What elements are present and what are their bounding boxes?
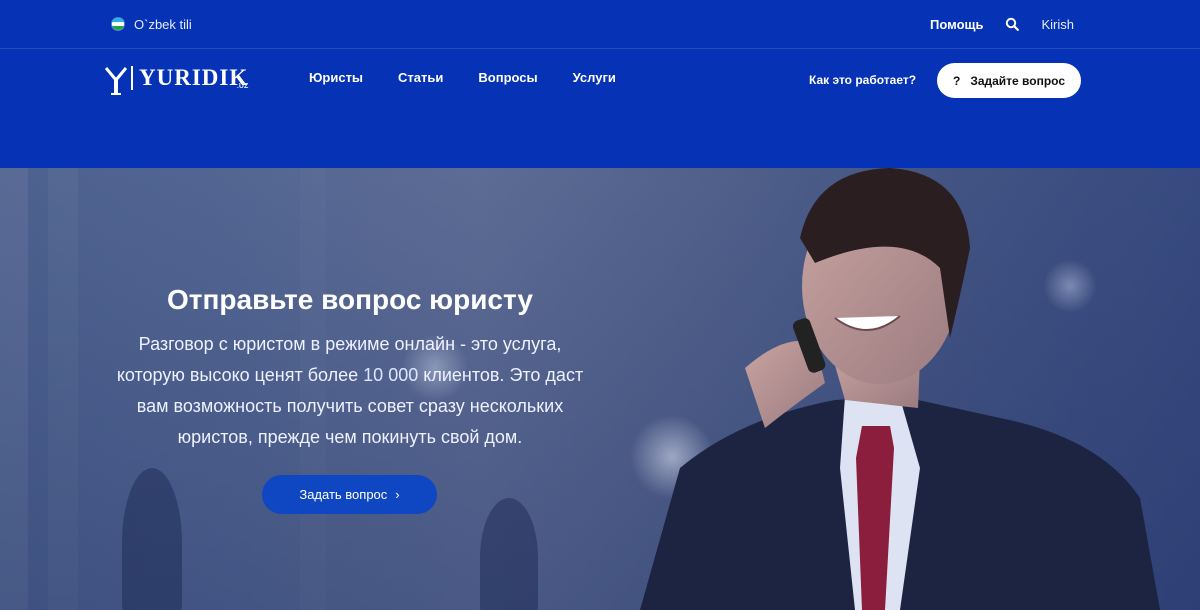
how-it-works-link[interactable]: Как это работает?: [809, 73, 916, 87]
language-label: O`zbek tili: [134, 16, 192, 32]
site-logo[interactable]: YURIDIK .UZ: [105, 66, 248, 100]
client-count: 10 000: [363, 365, 419, 385]
hero-title: Отправьте вопрос юристу: [167, 284, 533, 315]
ask-question-label: Задайте вопрос: [970, 73, 1066, 88]
main-navbar: YURIDIK .UZ Юристы Статьи Вопросы Услуги…: [0, 49, 1200, 111]
top-bar-actions: Помощь Kirish: [930, 14, 1074, 34]
nav-item-articles[interactable]: Статьи: [398, 70, 443, 85]
logo-mark-icon: [105, 67, 127, 95]
login-link[interactable]: Kirish: [1041, 17, 1074, 32]
search-icon[interactable]: [1005, 17, 1020, 31]
language-switcher[interactable]: O`zbek tili: [112, 16, 192, 32]
logo-text: YURIDIK .UZ: [131, 66, 248, 90]
nav-item-services[interactable]: Услуги: [573, 70, 616, 85]
logo-wordmark: YURIDIK: [139, 65, 249, 90]
primary-nav: Юристы Статьи Вопросы Услуги: [309, 70, 616, 85]
ask-question-button[interactable]: ? Задайте вопрос: [937, 63, 1081, 98]
hero-ask-question-button[interactable]: Задать вопрос ›: [262, 475, 437, 514]
nav-item-lawyers[interactable]: Юристы: [309, 70, 363, 85]
top-bar: O`zbek tili Помощь Kirish: [0, 0, 1200, 49]
site-header: O`zbek tili Помощь Kirish YURIDIK .UZ Юр…: [0, 0, 1200, 168]
hero-button-label: Задать вопрос: [299, 487, 388, 502]
uzbekistan-flag-icon: [112, 18, 124, 30]
chevron-right-icon: ›: [395, 487, 400, 502]
hero-man-image: [640, 168, 1160, 610]
logo-domain: .UZ: [236, 83, 249, 90]
question-mark-icon: ?: [952, 73, 961, 88]
help-link[interactable]: Помощь: [930, 17, 983, 32]
nav-item-questions[interactable]: Вопросы: [478, 70, 537, 85]
hero-description: Разговор с юристом в режиме онлайн - это…: [110, 329, 590, 453]
